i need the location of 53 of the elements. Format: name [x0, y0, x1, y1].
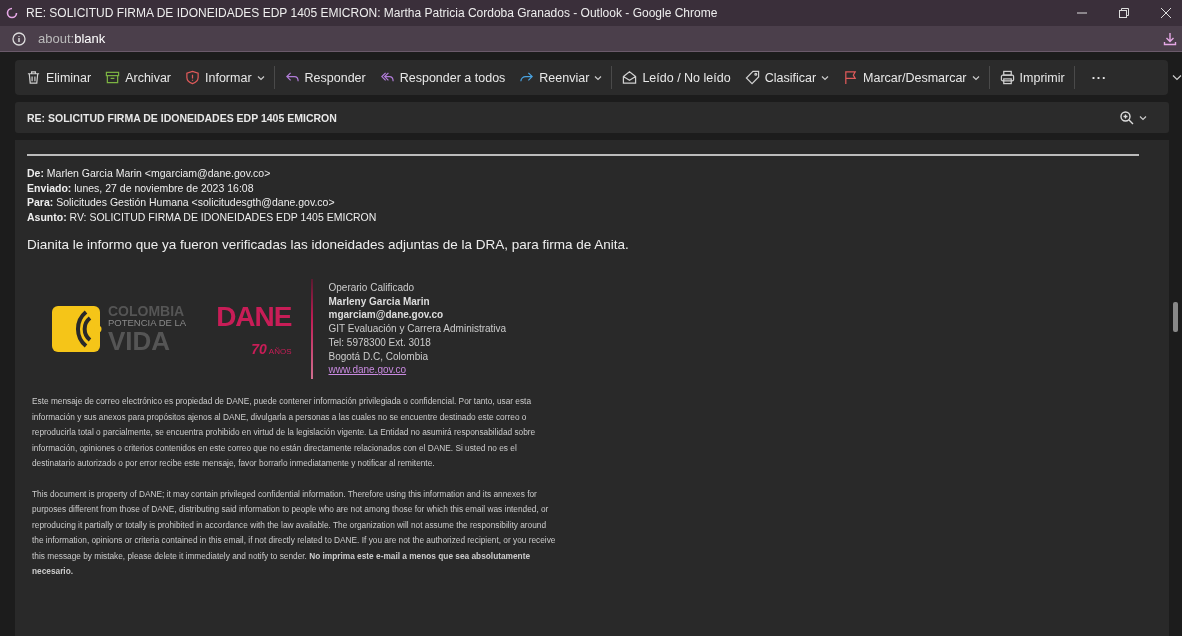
toolbar-button[interactable]: Archivar [98, 66, 178, 89]
header-line: Para: Solicitudes Gestión Humana <solicitudesgth@dane.gov.co> [27, 195, 336, 210]
info-icon[interactable] [12, 31, 26, 46]
toolbar-button[interactable]: Responder [277, 66, 373, 89]
toolbar-button[interactable]: Leído / No leído [615, 66, 738, 89]
header-line: De: Marlen Garcia Marin <mgarciam@dane.gov.co> [27, 166, 272, 181]
window-title: RE: SOLICITUD FIRMA DE IDONEIDADES EDP 1405 EMICRON: Martha Patricia Cordoba Granados - Outlook - Google Chrome [26, 6, 718, 20]
trash-icon [26, 70, 41, 85]
envelope-icon [622, 70, 638, 85]
restore-icon[interactable] [1118, 7, 1130, 19]
toolbar-button[interactable]: Clasificar [737, 66, 837, 89]
address-field[interactable]: about:blank [38, 31, 106, 46]
shield-alert-icon [185, 70, 200, 85]
header-line: Enviado: lunes, 27 de noviembre de 2023 16:08 [27, 180, 255, 195]
signature-line: Tel: 5978300 Ext. 3018 [328, 335, 432, 350]
chevron-down-icon [971, 74, 980, 81]
anniversary-text: AÑOS [268, 347, 292, 356]
toolbar-button[interactable]: Imprimir [992, 66, 1075, 89]
close-icon[interactable] [1160, 7, 1172, 19]
message-body: Dianita le informo que ya fueron verificadas las idoneidades adjuntas de la DRA, para firma de Anita. [27, 237, 630, 252]
dane-logo: DANE [216, 301, 292, 333]
printer-icon [999, 70, 1015, 85]
disclaimer-paragraph: Este mensaje de correo electrónico es propiedad de DANE, puede contener información privilegiada o confidencial. Por tanto, usar esta información y sus anexos para propósitos ajenos al DANE, divulgarla a personas a las cuales no se encuentre destinado este correo o reproducirla total o parcialmente, se encuentra prohibido en virtud de la legislación vigente. La Entidad no asumirá responsabilidad sobre información, opiniones o criterios contenidos en este correo que no están directamente relacionados con el DANE. Si usted no es el destinatario autorizado o por error recibe este mensaje, favor borrarlo inmediatamente y notificar al remitente. [32, 395, 537, 470]
archive-box-icon [105, 70, 121, 85]
header-line: Asunto: RV: SOLICITUD FIRMA DE IDONEIDADES EDP 1405 EMICRON [27, 209, 378, 224]
logo-text: POTENCIA DE LA [108, 318, 187, 328]
zoom-in-icon[interactable] [1120, 110, 1134, 125]
signature-line: mgarciam@dane.gov.co [328, 308, 445, 323]
loading-spinner-icon [6, 7, 18, 19]
tag-icon [744, 70, 760, 85]
toolbar-button[interactable]: Eliminar [19, 66, 99, 89]
anniversary-number: 70 [251, 341, 267, 357]
chevron-down-icon[interactable] [1139, 114, 1147, 121]
chevron-down-icon [821, 74, 830, 81]
signature-line: GIT Evaluación y Carrera Administrativa [328, 322, 507, 336]
chevron-down-icon [256, 74, 265, 81]
chevron-down-icon [594, 74, 603, 81]
toolbar-button[interactable]: Responder a todos [372, 66, 513, 89]
chevron-down-icon[interactable] [1172, 74, 1182, 81]
toolbar-button[interactable]: Marcar/Desmarcar [836, 66, 990, 89]
signature-line: Bogotá D.C, Colombia [328, 349, 429, 364]
signal-waves-icon [52, 304, 102, 354]
toolbar-button[interactable]: Reenviar [512, 66, 613, 89]
download-icon[interactable] [1163, 31, 1177, 46]
scrollbar-thumb[interactable] [1173, 302, 1178, 332]
disclaimer-paragraph: This document is property of DANE; it may contain privileged confidential information. Therefore using this information and its annexes for purposes different from those of DANE, distributing said information to people who are not among those for which this email was intended, or reproducing it partially or totally is prohibited in accordance with the law available. The organization will not assume the responsibility around the information, opinions or criteria contained in this email, if not directly related to DANE. If you are not the authorized recipient, or you receive this message by mistake, please delete it immediately and notify to sender. No imprima este e-mail a menos que sea absolutamente necesario. [32, 487, 557, 578]
more-options-button[interactable]: ··· [1077, 66, 1122, 89]
flag-icon [843, 70, 859, 85]
signature-line: Marleny Garcia Marin [328, 294, 431, 309]
toolbar-button[interactable]: Informar [178, 66, 275, 89]
email-subject: RE: SOLICITUD FIRMA DE IDONEIDADES EDP 1405 EMICRON [27, 111, 337, 124]
signature-line: Operario Calificado [328, 281, 416, 295]
website-link[interactable]: www.dane.gov.co [328, 363, 507, 377]
